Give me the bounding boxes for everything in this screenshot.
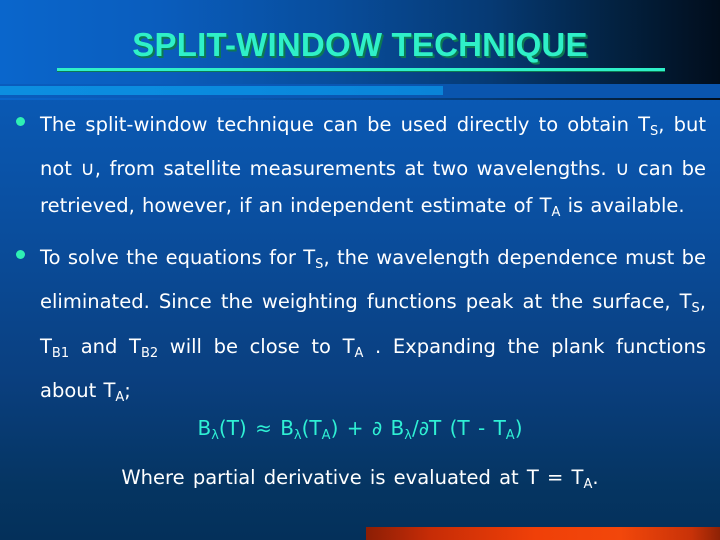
subscript: λ xyxy=(211,428,219,444)
title-divider-bar-highlight xyxy=(0,86,443,95)
bullet-paragraph-1: The split-window technique can be used d… xyxy=(40,113,707,221)
subscript: B2 xyxy=(140,345,159,361)
bullet-item-2: To solve the equations for TS, the wavel… xyxy=(0,239,720,416)
slide-title: SPLIT-WINDOW TECHNIQUE xyxy=(132,26,588,63)
slide: SPLIT-WINDOW TECHNIQUE The split-window … xyxy=(0,0,720,540)
subscript: A xyxy=(354,345,364,361)
subscript: B1 xyxy=(51,345,70,361)
slide-body: The split-window technique can be used d… xyxy=(0,106,720,424)
subscript: λ xyxy=(404,428,412,444)
subscript: A xyxy=(551,205,561,221)
bullet-point-icon xyxy=(16,250,25,260)
subscript: S xyxy=(650,124,659,140)
bullet-point-icon xyxy=(16,117,25,126)
subscript: A xyxy=(321,428,331,444)
subscript: S xyxy=(315,257,324,273)
bullet-item-1: The split-window technique can be used d… xyxy=(0,106,720,231)
plank-expansion-formula: Bλ(T) ≈ Bλ(TA) + ∂ Bλ/∂T (T - TA) xyxy=(197,416,523,444)
closing-note: Where partial derivative is evaluated at… xyxy=(121,466,599,493)
subscript: A xyxy=(583,477,593,493)
bottom-red-accent-bar xyxy=(366,527,720,540)
subscript: A xyxy=(115,389,125,405)
bullet-paragraph-2: To solve the equations for TS, the wavel… xyxy=(40,246,706,405)
subscript: S xyxy=(691,301,700,317)
title-underline xyxy=(57,68,665,71)
subscript: A xyxy=(505,428,515,444)
subscript: λ xyxy=(293,428,302,444)
